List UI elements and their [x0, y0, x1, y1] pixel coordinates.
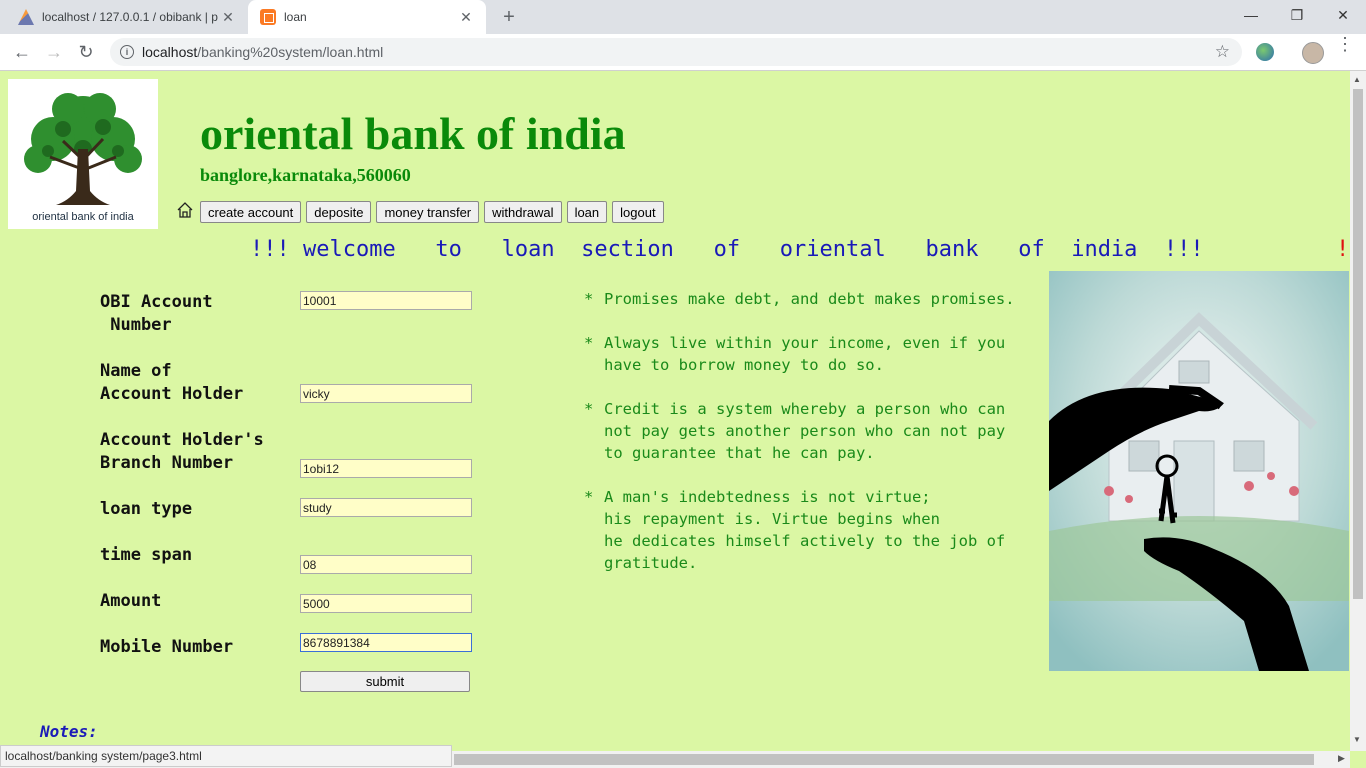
window-close-icon[interactable]: ✕	[1320, 0, 1366, 30]
info-icon[interactable]: i	[120, 45, 134, 59]
url-text[interactable]: localhost/banking%20system/loan.html	[142, 44, 383, 60]
nav-money-transfer-button[interactable]: money transfer	[376, 201, 480, 223]
loan-quotes: * Promises make debt, and debt makes prom…	[584, 288, 1044, 596]
tree-icon	[24, 93, 142, 205]
browser-toolbar: ← → ↻ i localhost/banking%20system/loan.…	[0, 34, 1366, 71]
home-icon[interactable]	[176, 201, 194, 219]
tab-phpmyadmin[interactable]: localhost / 127.0.0.1 / obibank | p ✕	[0, 0, 248, 34]
holder-name-input[interactable]	[300, 384, 472, 403]
bank-logo: oriental bank of india	[8, 79, 158, 229]
menu-icon[interactable]: ⋮	[1336, 35, 1354, 53]
restore-icon[interactable]: ❐	[1274, 0, 1320, 30]
xampp-icon	[260, 9, 276, 25]
quote-item: * Always live within your income, even if…	[584, 334, 1006, 374]
tab-strip: localhost / 127.0.0.1 / obibank | p ✕ lo…	[0, 0, 1366, 34]
nav-create-account-button[interactable]: create account	[200, 201, 302, 223]
marquee-tail: !	[1336, 237, 1350, 262]
quote-item: * Promises make debt, and debt makes prom…	[584, 290, 1015, 308]
notes-heading: Notes:	[40, 722, 98, 741]
status-url: localhost/banking system/page3.html	[0, 745, 452, 767]
address-bar[interactable]: i localhost/banking%20system/loan.html ☆	[110, 38, 1242, 66]
vertical-scrollbar[interactable]: ▲ ▼	[1350, 71, 1366, 751]
time-span-input[interactable]	[300, 555, 472, 574]
account-number-label: OBI Account Number	[100, 292, 213, 335]
house-keys-image	[1049, 271, 1349, 671]
logo-caption: oriental bank of india	[32, 211, 134, 223]
profile-avatar[interactable]	[1302, 42, 1324, 64]
scrollbar-thumb[interactable]	[454, 754, 1314, 765]
welcome-marquee: !!! welcome to loan section of oriental …	[250, 237, 1204, 262]
amount-label: Amount	[100, 591, 162, 611]
account-number-input[interactable]	[300, 291, 472, 310]
holder-name-label: Name of Account Holder	[100, 361, 244, 404]
reload-icon[interactable]: ↻	[76, 42, 96, 62]
tab-title: loan	[284, 10, 307, 24]
nav-deposite-button[interactable]: deposite	[306, 201, 372, 223]
scroll-right-icon[interactable]: ▶	[1338, 753, 1345, 764]
quote-item: * A man's indebtedness is not virtue; his…	[584, 488, 1006, 572]
amount-input[interactable]	[300, 594, 472, 613]
nav-loan-button[interactable]: loan	[566, 201, 608, 223]
mobile-number-input[interactable]	[300, 633, 472, 652]
close-icon[interactable]: ✕	[458, 9, 474, 26]
quote-item: * Credit is a system whereby a person who…	[584, 400, 1006, 462]
nav-withdrawal-button[interactable]: withdrawal	[484, 201, 562, 223]
page-content: oriental bank of india oriental bank of …	[0, 71, 1350, 751]
branch-number-label: Account Holder's Branch Number	[100, 430, 264, 473]
bookmark-star-icon[interactable]: ☆	[1215, 42, 1230, 62]
forward-icon[interactable]: →	[44, 42, 64, 62]
main-nav: create account deposite money transfer w…	[200, 201, 664, 223]
tab-loan[interactable]: loan ✕	[248, 0, 486, 34]
close-icon[interactable]: ✕	[220, 9, 236, 26]
loan-type-input[interactable]	[300, 498, 472, 517]
phpmyadmin-icon	[18, 9, 34, 25]
scroll-up-icon[interactable]: ▲	[1353, 75, 1361, 84]
minimize-icon[interactable]: —	[1228, 0, 1274, 30]
back-icon[interactable]: ←	[12, 42, 32, 62]
scroll-down-icon[interactable]: ▼	[1353, 735, 1361, 744]
loan-type-label: loan type	[100, 499, 193, 519]
tab-title: localhost / 127.0.0.1 / obibank | p	[42, 10, 218, 24]
submit-button[interactable]: submit	[300, 671, 470, 692]
branch-number-input[interactable]	[300, 459, 472, 478]
new-tab-icon[interactable]: +	[498, 6, 520, 28]
bank-name-heading: oriental bank of india	[200, 108, 626, 159]
time-span-label: time span	[100, 545, 193, 565]
bank-address: banglore,karnataka,560060	[200, 165, 411, 185]
scrollbar-thumb[interactable]	[1353, 89, 1363, 599]
nav-logout-button[interactable]: logout	[612, 201, 664, 223]
extension-icon[interactable]	[1256, 43, 1274, 61]
mobile-number-label: Mobile Number	[100, 637, 234, 657]
